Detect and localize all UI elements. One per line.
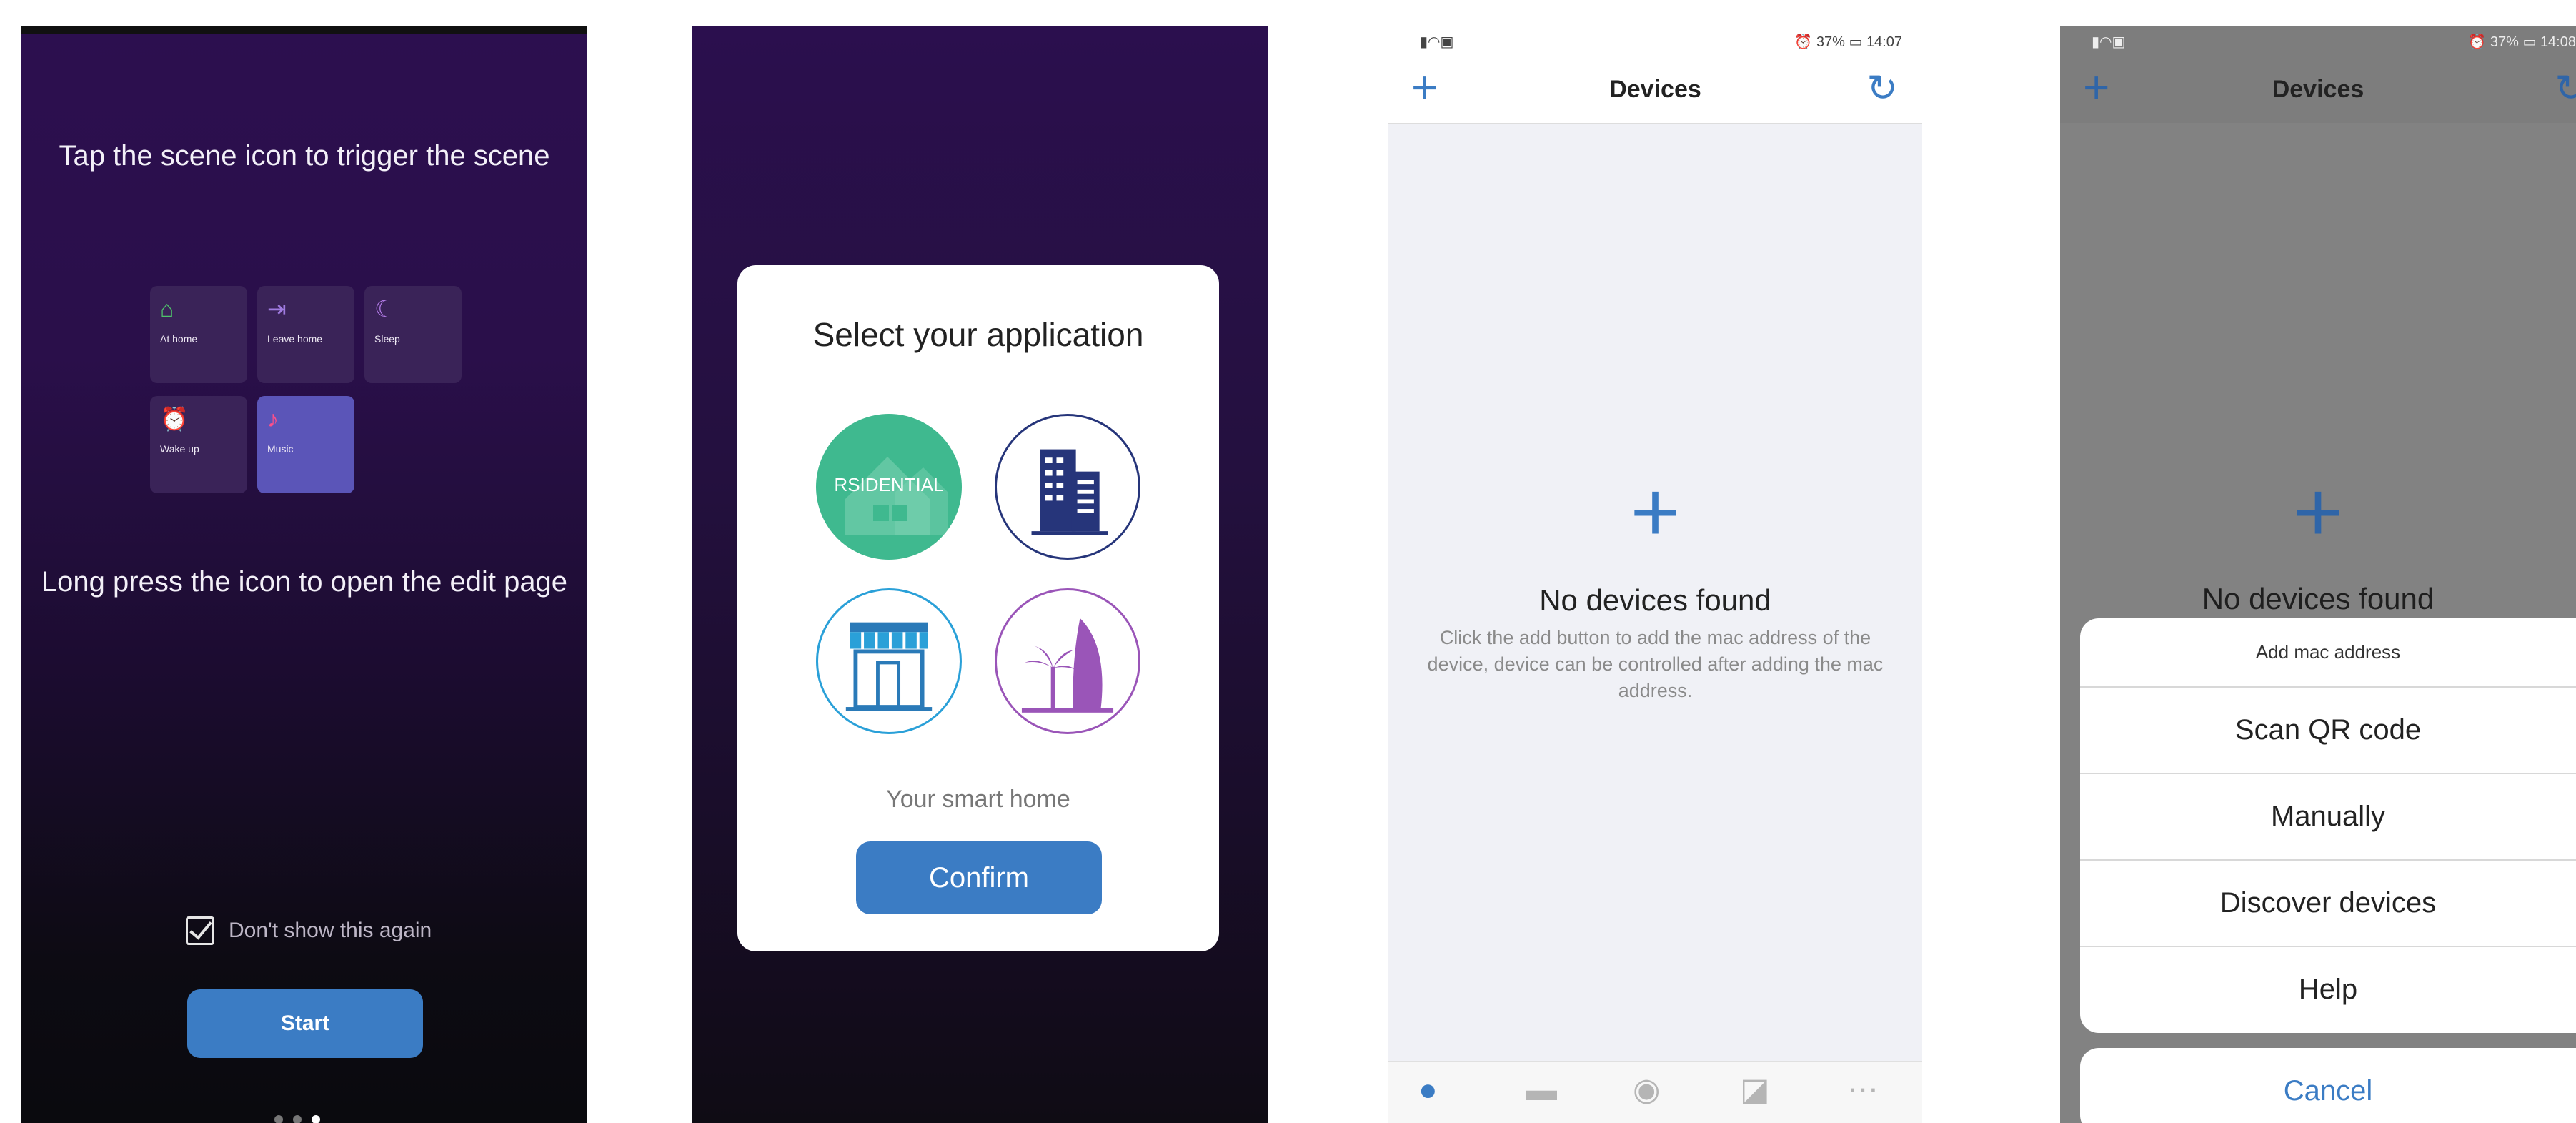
office-option[interactable] (995, 414, 1140, 560)
more-icon[interactable]: ⋯ (1847, 1074, 1879, 1106)
page-dot (293, 1115, 302, 1123)
devices-empty-screen: ▮◠▣ ⏰ 37% ▭ 14:07 + Devices ↻ + No devic… (1388, 26, 1922, 1123)
refresh-icon[interactable]: ↻ (1866, 70, 1898, 107)
signal-wifi-icon: ▮◠▣ (2092, 34, 2126, 50)
status-bar: ▮◠▣ ⏰ 37% ▭ 14:08 (2060, 26, 2576, 54)
status-strip (21, 26, 587, 34)
scan-qr-code-option[interactable]: Scan QR code (2080, 688, 2576, 774)
status-time: 14:08 (2540, 34, 2576, 50)
dialog-title: Select your application (812, 316, 1144, 353)
page-dot-active (312, 1115, 320, 1123)
store-option[interactable] (816, 588, 962, 734)
page-indicator (274, 1115, 320, 1123)
battery-percent: 37% (1816, 34, 1845, 50)
dont-show-again-row[interactable]: Don't show this again (186, 916, 432, 945)
status-bar: ▮◠▣ ⏰ 37% ▭ 14:07 (1388, 26, 1922, 54)
exit-icon: ⇥ (267, 296, 287, 322)
alarm-status-icon: ⏰ (2468, 34, 2487, 50)
action-sheet-title: Add mac address (2080, 618, 2576, 688)
moon-icon: ☾ (374, 296, 395, 322)
nav-bar: + Devices ↻ (1388, 54, 1922, 124)
scene-tile-sleep[interactable]: ☾ Sleep (364, 286, 462, 383)
tab-bar: ● ▬ ◉ ◪ ⋯ (1388, 1061, 1922, 1123)
discover-devices-option[interactable]: Discover devices (2080, 861, 2576, 947)
battery-icon: ▭ (2522, 34, 2537, 50)
alarm-icon: ⏰ (160, 406, 189, 432)
scene-tile-at-home[interactable]: ⌂ At home (150, 286, 247, 383)
residential-icon: RSIDENTIAL (834, 457, 948, 535)
home-icon: ⌂ (160, 296, 174, 322)
play-icon[interactable]: ◉ (1633, 1074, 1660, 1106)
refresh-icon[interactable]: ↻ (2555, 70, 2576, 107)
add-mac-action-sheet: Add mac address Scan QR code Manually Di… (2080, 618, 2576, 1033)
edit-instruction-heading: Long press the icon to open the edit pag… (41, 566, 568, 598)
status-right: ⏰ 37% ▭ 14:07 (1794, 33, 1902, 51)
hotel-option[interactable] (995, 588, 1140, 734)
residential-label: RSIDENTIAL (834, 474, 943, 495)
empty-state-description: Click the add button to add the mac addr… (1427, 627, 1884, 701)
confirm-button[interactable]: Confirm (856, 841, 1102, 914)
help-option[interactable]: Help (2080, 947, 2576, 1032)
chart-icon[interactable]: ◪ (1740, 1074, 1770, 1106)
empty-state-title: No devices found (1539, 583, 1771, 617)
scene-tile-wake-up[interactable]: ⏰ Wake up (150, 396, 247, 493)
page-title: Devices (1609, 76, 1701, 103)
manually-option[interactable]: Manually (2080, 774, 2576, 861)
scene-label: Wake up (160, 443, 199, 455)
residential-option[interactable]: RSIDENTIAL (816, 414, 962, 560)
scene-label: At home (160, 333, 198, 345)
dialog-subtitle: Your smart home (886, 786, 1070, 813)
scene-label: Music (267, 443, 294, 455)
battery-percent: 37% (2490, 34, 2519, 50)
office-building-icon (1031, 449, 1108, 535)
select-application-screen: Select your application RSIDENTIAL Your … (692, 26, 1268, 1123)
storefront-icon (845, 622, 933, 711)
scene-label: Sleep (374, 333, 400, 345)
scene-tile-music[interactable]: ♪ Music (257, 396, 354, 493)
onboarding-scene-screen: Tap the scene icon to trigger the scene … (21, 26, 587, 1123)
add-device-plus-icon[interactable]: + (1388, 469, 1922, 555)
scene-instruction-heading: Tap the scene icon to trigger the scene (59, 140, 550, 172)
battery-icon: ▭ (1849, 34, 1863, 50)
select-application-dialog: Select your application RSIDENTIAL Your … (737, 265, 1219, 951)
empty-state-title: No devices found (2202, 582, 2435, 615)
scene-tile-leave-home[interactable]: ⇥ Leave home (257, 286, 354, 383)
bulb-icon[interactable]: ● (1418, 1074, 1438, 1106)
groups-icon[interactable]: ▬ (1526, 1074, 1557, 1106)
page-title: Devices (2272, 76, 2364, 103)
dont-show-again-checkbox[interactable] (186, 916, 214, 945)
hotel-palm-icon (1021, 618, 1114, 713)
scene-label: Leave home (267, 333, 323, 345)
page-dot (274, 1115, 283, 1123)
dont-show-again-label: Don't show this again (229, 919, 432, 942)
start-button[interactable]: Start (187, 989, 423, 1058)
status-time: 14:07 (1866, 34, 1902, 50)
music-note-icon: ♪ (267, 406, 279, 432)
alarm-status-icon: ⏰ (1794, 34, 1813, 50)
add-device-plus-icon[interactable]: + (2060, 469, 2576, 555)
add-mac-sheet-screen: ▮◠▣ ⏰ 37% ▭ 14:08 + Devices ↻ + No devic… (2060, 26, 2576, 1123)
nav-bar: + Devices ↻ (2060, 54, 2576, 123)
status-right: ⏰ 37% ▭ 14:08 (2468, 33, 2576, 51)
cancel-button[interactable]: Cancel (2080, 1048, 2576, 1123)
signal-wifi-icon: ▮◠▣ (1420, 34, 1454, 50)
